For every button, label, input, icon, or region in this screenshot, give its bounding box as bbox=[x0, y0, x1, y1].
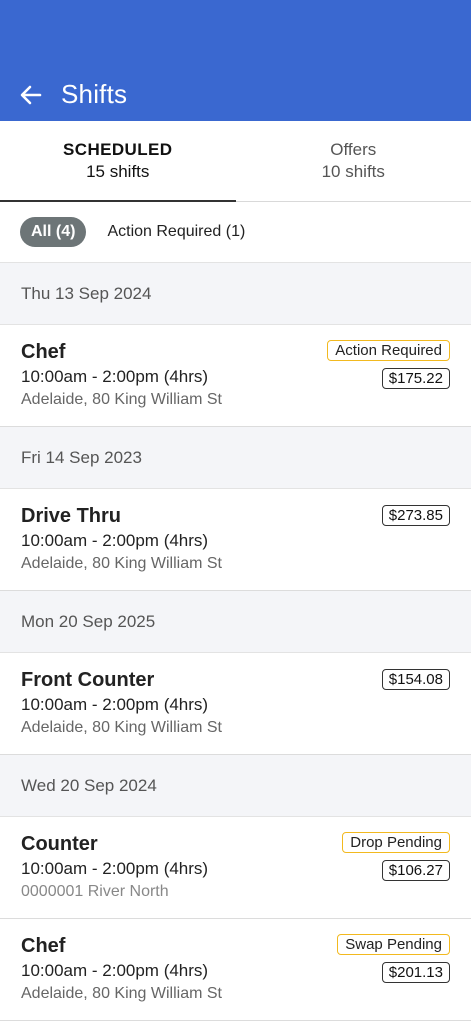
status-badge: Action Required bbox=[327, 340, 450, 361]
shift-price: $273.85 bbox=[382, 505, 450, 526]
tab-scheduled-count: 15 shifts bbox=[86, 161, 149, 183]
shift-role: Counter bbox=[21, 833, 98, 856]
shift-card[interactable]: Counter 10:00am - 2:00pm (4hrs) 0000001 … bbox=[0, 817, 471, 919]
arrow-left-icon[interactable] bbox=[18, 82, 44, 108]
shift-time: 10:00am - 2:00pm (4hrs) bbox=[21, 367, 208, 387]
shift-price: $154.08 bbox=[382, 669, 450, 690]
status-badge: Drop Pending bbox=[342, 832, 450, 853]
app-header: Shifts bbox=[0, 0, 471, 121]
shift-card[interactable]: Drive Thru 10:00am - 2:00pm (4hrs) Adela… bbox=[0, 489, 471, 591]
shift-location: Adelaide, 80 King William St bbox=[21, 555, 222, 573]
shift-role: Front Counter bbox=[21, 669, 154, 692]
shift-location: 0000001 River North bbox=[21, 883, 169, 901]
shift-price: $201.13 bbox=[382, 962, 450, 983]
date-header: Wed 20 Sep 2024 bbox=[0, 755, 471, 817]
tab-scheduled-label: SCHEDULED bbox=[63, 139, 172, 161]
shift-location: Adelaide, 80 King William St bbox=[21, 391, 222, 409]
date-header: Fri 14 Sep 2023 bbox=[0, 427, 471, 489]
filter-all-chip[interactable]: All (4) bbox=[20, 217, 86, 247]
shift-price: $175.22 bbox=[382, 368, 450, 389]
tab-offers-count: 10 shifts bbox=[322, 161, 385, 183]
page-title: Shifts bbox=[61, 79, 127, 110]
shift-price: $106.27 bbox=[382, 860, 450, 881]
shift-location: Adelaide, 80 King William St bbox=[21, 985, 222, 1003]
date-header: Mon 20 Sep 2025 bbox=[0, 591, 471, 653]
shift-card[interactable]: Chef 10:00am - 2:00pm (4hrs) Adelaide, 8… bbox=[0, 325, 471, 427]
shift-location: Adelaide, 80 King William St bbox=[21, 719, 222, 737]
shift-time: 10:00am - 2:00pm (4hrs) bbox=[21, 531, 208, 551]
filter-bar: All (4) Action Required (1) bbox=[0, 202, 471, 263]
shift-role: Chef bbox=[21, 935, 65, 958]
filter-action-required-chip[interactable]: Action Required (1) bbox=[107, 223, 245, 241]
status-badge: Swap Pending bbox=[337, 934, 450, 955]
shift-card[interactable]: Front Counter 10:00am - 2:00pm (4hrs) Ad… bbox=[0, 653, 471, 755]
shift-card[interactable]: Chef 10:00am - 2:00pm (4hrs) Adelaide, 8… bbox=[0, 919, 471, 1021]
tab-bar: SCHEDULED 15 shifts Offers 10 shifts bbox=[0, 121, 471, 202]
tab-offers[interactable]: Offers 10 shifts bbox=[236, 121, 471, 201]
shift-role: Drive Thru bbox=[21, 505, 121, 528]
tab-scheduled[interactable]: SCHEDULED 15 shifts bbox=[0, 121, 236, 201]
date-header: Thu 13 Sep 2024 bbox=[0, 263, 471, 325]
shift-role: Chef bbox=[21, 341, 65, 364]
shift-time: 10:00am - 2:00pm (4hrs) bbox=[21, 859, 208, 879]
active-tab-indicator bbox=[0, 200, 236, 202]
shift-time: 10:00am - 2:00pm (4hrs) bbox=[21, 961, 208, 981]
shift-time: 10:00am - 2:00pm (4hrs) bbox=[21, 695, 208, 715]
tab-offers-label: Offers bbox=[330, 139, 376, 161]
